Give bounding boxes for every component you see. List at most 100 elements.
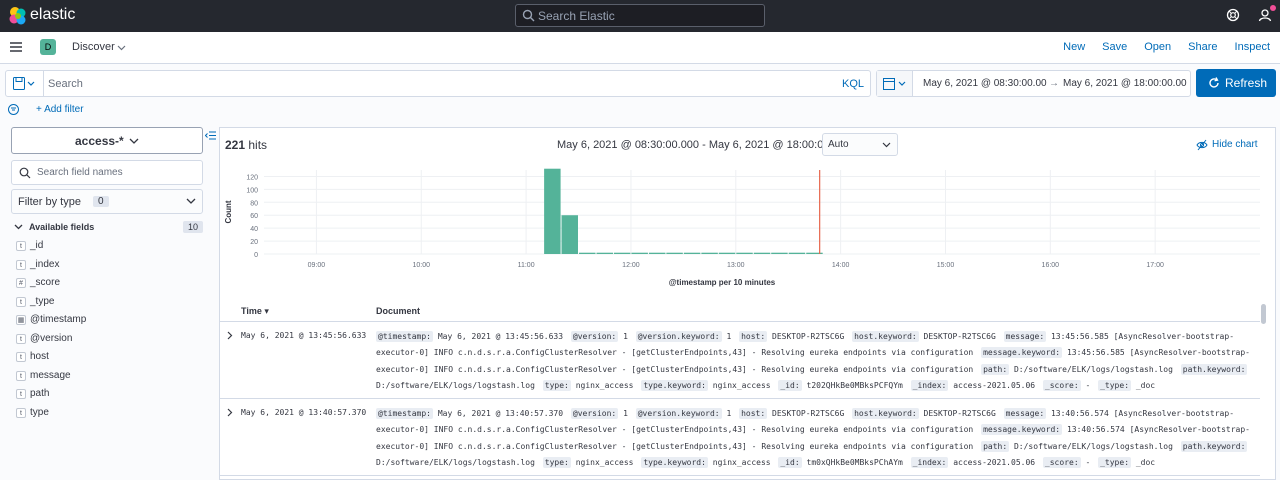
field-name: path bbox=[30, 388, 50, 399]
time-column-label: Time bbox=[241, 306, 262, 316]
field-item-id[interactable]: t _id bbox=[16, 240, 196, 254]
field-value: nginx_access bbox=[575, 381, 634, 391]
string-type-icon: t bbox=[16, 259, 26, 270]
field-item-type-meta[interactable]: t _type bbox=[16, 296, 196, 310]
chevron-down-icon[interactable] bbox=[117, 43, 126, 52]
elastic-logo-icon[interactable] bbox=[8, 6, 28, 26]
field-key: message.keyword: bbox=[981, 347, 1063, 359]
refresh-button[interactable]: Refresh bbox=[1196, 69, 1276, 97]
save-link[interactable]: Save bbox=[1102, 41, 1127, 53]
scrollbar-thumb[interactable] bbox=[1261, 304, 1266, 324]
field-item-message[interactable]: t message bbox=[16, 370, 196, 384]
breadcrumb-discover: Discover bbox=[72, 41, 115, 53]
field-search-placeholder: Search field names bbox=[37, 167, 123, 178]
histogram-chart[interactable]: 0 20 40 60 80 100 120 09:00 10:00 11:00 12:00 13:00… bbox=[220, 164, 1276, 292]
field-value: DESKTOP-R2TSC6G bbox=[923, 332, 996, 341]
field-value: DESKTOP-R2TSC6G bbox=[772, 332, 845, 341]
field-key: message.keyword: bbox=[981, 424, 1063, 436]
x-tick-label: 17:00 bbox=[1146, 262, 1164, 269]
query-input[interactable]: Search bbox=[48, 78, 83, 90]
new-link[interactable]: New bbox=[1063, 41, 1085, 53]
start-date[interactable]: May 6, 2021 @ 08:30:00.00 bbox=[923, 78, 1047, 89]
available-fields-toggle[interactable]: Available fields 10 bbox=[11, 221, 203, 235]
row-document: @timestamp: May 6, 2021 @ 13:45:56.633 @… bbox=[376, 329, 1256, 395]
y-tick-label: 20 bbox=[250, 239, 258, 246]
field-key: _type: bbox=[1098, 380, 1132, 392]
string-type-icon: t bbox=[16, 407, 26, 418]
field-value: nginx_access bbox=[712, 458, 771, 468]
field-key: _id: bbox=[778, 380, 802, 392]
field-value: 1 bbox=[726, 409, 732, 418]
histogram-bar bbox=[544, 168, 561, 254]
field-item-index[interactable]: t _index bbox=[16, 259, 196, 273]
histogram-bar bbox=[596, 252, 614, 254]
saved-query-button[interactable] bbox=[6, 71, 44, 96]
field-item-timestamp[interactable]: ▦ @timestamp bbox=[16, 314, 196, 328]
inspect-link[interactable]: Inspect bbox=[1235, 41, 1270, 53]
histogram-bar bbox=[736, 252, 753, 254]
field-key: type: bbox=[542, 380, 571, 392]
field-key: host: bbox=[739, 408, 768, 419]
string-type-icon: t bbox=[16, 241, 26, 251]
index-pattern-select[interactable]: access-* bbox=[11, 127, 203, 154]
open-link[interactable]: Open bbox=[1144, 41, 1171, 53]
field-item-path[interactable]: t path bbox=[16, 388, 196, 402]
help-icon[interactable] bbox=[1226, 8, 1240, 22]
results-panel: 221 hits May 6, 2021 @ 08:30:00.000 - Ma… bbox=[219, 127, 1276, 480]
field-item-score[interactable]: # _score bbox=[16, 277, 196, 291]
end-date[interactable]: May 6, 2021 @ 18:00:00.00 bbox=[1063, 78, 1187, 89]
filter-by-type-label: Filter by type bbox=[18, 196, 81, 208]
field-value: May 6, 2021 @ 13:45:56.633 bbox=[437, 332, 564, 341]
available-fields-count: 10 bbox=[182, 221, 203, 233]
chevron-right-icon[interactable] bbox=[225, 408, 234, 417]
refresh-icon bbox=[1209, 77, 1219, 88]
menu-icon[interactable] bbox=[10, 41, 22, 53]
add-filter-button[interactable]: + Add filter bbox=[36, 104, 84, 115]
x-axis-label: @timestamp per 10 minutes bbox=[669, 278, 776, 287]
space-avatar[interactable]: D bbox=[40, 39, 56, 55]
quick-select-button[interactable] bbox=[877, 71, 913, 96]
string-type-icon: t bbox=[16, 370, 26, 381]
field-key: @version.keyword: bbox=[635, 331, 722, 342]
table-row[interactable]: May 6, 2021 @ 13:40:57.370 @timestamp: Ma… bbox=[220, 400, 1260, 476]
field-item-version[interactable]: t @version bbox=[16, 333, 196, 347]
filter-count-badge: 0 bbox=[93, 196, 109, 207]
hide-chart-button[interactable]: Hide chart bbox=[1196, 139, 1258, 150]
kql-toggle[interactable]: KQL bbox=[842, 78, 864, 90]
histogram-bar bbox=[788, 252, 806, 254]
chevron-right-icon[interactable] bbox=[225, 331, 234, 340]
histogram-bar bbox=[701, 252, 718, 254]
field-value: D:/software/ELK/logs/logstash.log bbox=[1013, 441, 1173, 451]
field-value: 1 bbox=[623, 332, 628, 341]
field-key: path.keyword: bbox=[1180, 363, 1248, 375]
row-timestamp: May 6, 2021 @ 13:40:57.370 bbox=[241, 408, 367, 417]
field-key: @timestamp: bbox=[376, 408, 433, 419]
field-item-type[interactable]: t type bbox=[16, 407, 196, 421]
filter-by-type-button[interactable]: Filter by type 0 bbox=[11, 189, 203, 214]
time-column-header[interactable]: Time ▾ bbox=[241, 306, 269, 317]
chevron-down-icon bbox=[129, 138, 139, 144]
filter-icon[interactable] bbox=[8, 104, 19, 115]
notification-dot bbox=[1270, 5, 1276, 11]
field-search-input[interactable]: Search field names bbox=[11, 160, 203, 185]
table-row[interactable]: May 6, 2021 @ 13:45:56.633 @timestamp: Ma… bbox=[220, 323, 1260, 399]
chevron-down-icon bbox=[14, 224, 23, 230]
row-timestamp: May 6, 2021 @ 13:45:56.633 bbox=[241, 331, 367, 340]
interval-select[interactable]: Auto bbox=[822, 133, 898, 156]
field-name: @timestamp bbox=[30, 314, 87, 325]
collapse-sidebar-icon[interactable] bbox=[205, 130, 216, 141]
date-arrow: → bbox=[1049, 78, 1059, 89]
field-key: _type: bbox=[1098, 457, 1132, 469]
histogram-bar bbox=[718, 252, 736, 254]
field-value: nginx_access bbox=[712, 381, 771, 391]
field-value: t202QHkBe0MBksPCFQYm bbox=[806, 381, 903, 391]
search-icon bbox=[522, 9, 535, 22]
field-key: type.keyword: bbox=[641, 380, 708, 392]
share-link[interactable]: Share bbox=[1188, 41, 1217, 53]
number-type-icon: # bbox=[16, 278, 26, 288]
global-search-input[interactable]: Search Elastic bbox=[515, 4, 765, 27]
field-item-host[interactable]: t host bbox=[16, 351, 196, 365]
chevron-down-icon bbox=[186, 198, 196, 204]
field-name: _type bbox=[30, 295, 55, 307]
field-key: @version.keyword: bbox=[635, 408, 722, 419]
